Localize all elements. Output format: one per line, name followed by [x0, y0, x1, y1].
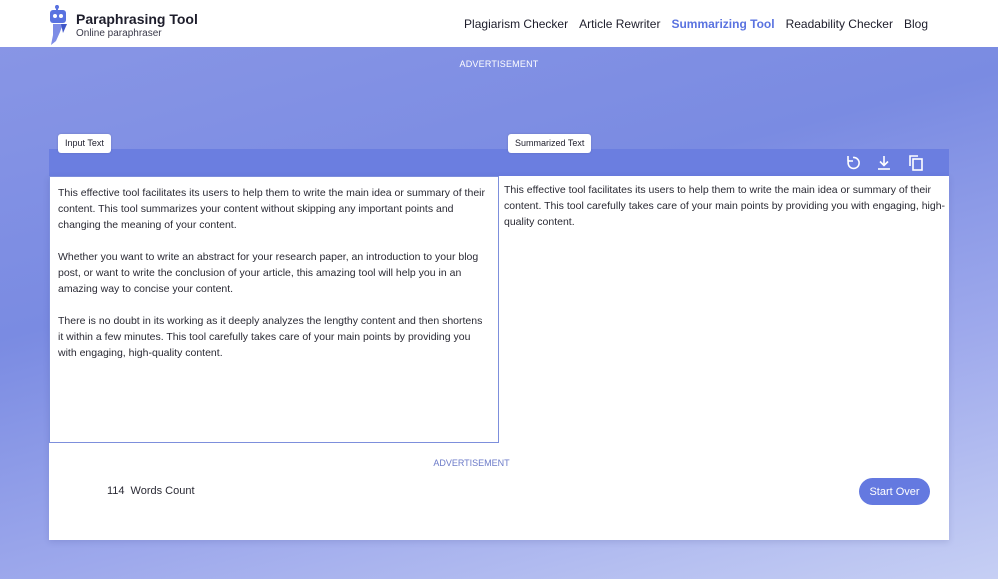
word-count: 114 Words Count	[107, 485, 201, 497]
summarizer-card: This effective tool facilitates its user…	[49, 176, 949, 540]
summary-paragraph: This effective tool facilitates its user…	[504, 184, 946, 228]
word-count-label: Words Count	[130, 485, 195, 497]
brand-subtitle: Online paraphraser	[76, 28, 162, 39]
nav-blog[interactable]: Blog	[904, 17, 928, 31]
nav-article-rewriter[interactable]: Article Rewriter	[579, 17, 660, 31]
copy-icon[interactable]	[907, 154, 925, 172]
input-paragraph: Whether you want to write an abstract fo…	[58, 251, 479, 295]
advertisement-label-top: ADVERTISEMENT	[459, 59, 539, 69]
brand-title[interactable]: Paraphrasing Tool	[76, 11, 198, 27]
download-icon[interactable]	[875, 154, 893, 172]
main-nav: Plagiarism Checker Article Rewriter Summ…	[453, 17, 928, 31]
nav-plagiarism-checker[interactable]: Plagiarism Checker	[464, 17, 568, 31]
reload-icon[interactable]	[844, 154, 862, 172]
editor-toolbar	[49, 149, 949, 176]
summarized-text-area[interactable]: This effective tool facilitates its user…	[504, 176, 949, 443]
input-paragraph: There is no doubt in its working as it d…	[58, 315, 483, 359]
input-text-label: Input Text	[58, 134, 111, 153]
site-header: Paraphrasing Tool Online paraphraser Pla…	[0, 0, 998, 47]
input-paragraph: This effective tool facilitates its user…	[58, 187, 485, 231]
word-count-number: 114	[107, 485, 125, 497]
start-over-button[interactable]: Start Over	[859, 478, 930, 505]
summarized-text-label: Summarized Text	[508, 134, 592, 153]
nav-readability-checker[interactable]: Readability Checker	[786, 17, 893, 31]
input-text-area[interactable]: This effective tool facilitates its user…	[49, 176, 499, 443]
nav-summarizing-tool[interactable]: Summarizing Tool	[671, 17, 774, 31]
advertisement-label-middle: ADVERTISEMENT	[433, 458, 510, 468]
robot-logo-icon[interactable]	[47, 5, 75, 45]
